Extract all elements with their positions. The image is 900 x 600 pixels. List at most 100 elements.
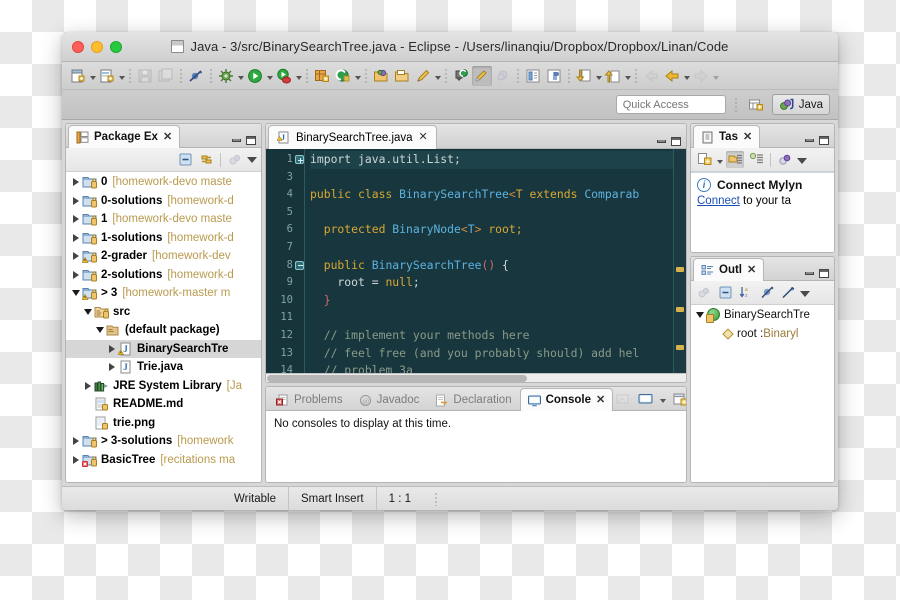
new-wizard-dropdown-arrow[interactable] bbox=[90, 75, 96, 80]
debug-dropdown-arrow[interactable] bbox=[238, 75, 244, 80]
next-annotation-dropdown-arrow[interactable] bbox=[596, 75, 602, 80]
open-console-button[interactable] bbox=[671, 391, 686, 408]
code-line[interactable] bbox=[310, 239, 673, 257]
tree-item[interactable]: 1-solutions [homework-d bbox=[66, 229, 261, 248]
save-all-button[interactable] bbox=[156, 66, 176, 86]
chevron-right-icon[interactable] bbox=[70, 270, 82, 279]
open-perspective-button[interactable] bbox=[746, 95, 766, 115]
focus-task-button[interactable] bbox=[226, 151, 244, 168]
maximize-icon[interactable] bbox=[246, 136, 256, 145]
back-dropdown-arrow[interactable] bbox=[684, 75, 690, 80]
tab-outline[interactable]: Outl ✕ bbox=[693, 258, 765, 281]
chevron-right-icon[interactable] bbox=[82, 381, 94, 390]
code-line[interactable] bbox=[310, 169, 673, 187]
chevron-right-icon[interactable] bbox=[70, 233, 82, 242]
tree-item[interactable]: 0 [homework-devo maste bbox=[66, 173, 261, 192]
tree-item[interactable]: 0-solutions [homework-d bbox=[66, 192, 261, 211]
run-button[interactable] bbox=[245, 66, 265, 86]
chevron-down-icon[interactable] bbox=[694, 311, 706, 318]
tree-item[interactable]: src bbox=[66, 303, 261, 322]
code-line[interactable] bbox=[310, 309, 673, 327]
minimize-icon[interactable] bbox=[805, 139, 814, 142]
forward-dropdown-arrow[interactable] bbox=[713, 75, 719, 80]
tree-item[interactable]: 2-solutions [homework-d bbox=[66, 266, 261, 285]
clear-console-button[interactable] bbox=[613, 391, 631, 408]
code-line[interactable]: // problem 3a bbox=[310, 362, 673, 373]
new-task-button[interactable] bbox=[695, 151, 713, 168]
new-java-class-button[interactable] bbox=[97, 66, 117, 86]
chevron-right-icon[interactable] bbox=[70, 455, 82, 464]
zoom-button[interactable] bbox=[110, 40, 122, 53]
maximize-icon[interactable] bbox=[819, 269, 829, 278]
tab-problems[interactable]: Problems bbox=[268, 388, 351, 411]
hide-static-button[interactable]: S bbox=[779, 284, 797, 301]
back-button[interactable] bbox=[662, 66, 682, 86]
activate-task-dropdown-arrow[interactable] bbox=[435, 75, 441, 80]
scheduled-presentation-button[interactable] bbox=[747, 151, 765, 168]
code-line[interactable]: } bbox=[310, 292, 673, 310]
coverage-button[interactable] bbox=[274, 66, 294, 86]
outline-item[interactable]: root : Binaryl bbox=[691, 324, 834, 343]
maximize-icon[interactable] bbox=[819, 136, 829, 145]
collapse-all-button[interactable] bbox=[176, 151, 194, 168]
close-icon[interactable]: ✕ bbox=[419, 132, 428, 143]
chevron-down-icon[interactable] bbox=[70, 290, 82, 297]
perspective-java-button[interactable]: Java bbox=[771, 94, 830, 115]
link-editor-button[interactable] bbox=[197, 151, 215, 168]
code-line[interactable]: import java.util.List; bbox=[310, 151, 673, 169]
categorized-presentation-button[interactable] bbox=[726, 151, 744, 168]
chevron-down-icon[interactable] bbox=[94, 327, 106, 334]
tree-item[interactable]: trie.png bbox=[66, 414, 261, 433]
chevron-right-icon[interactable] bbox=[106, 344, 118, 353]
new-task-dropdown-arrow[interactable] bbox=[717, 159, 723, 164]
close-icon[interactable]: ✕ bbox=[163, 131, 172, 143]
package-explorer-content[interactable]: 0 [homework-devo maste 0-solutions [homewor… bbox=[66, 172, 261, 482]
tab-javadoc[interactable]: @ Javadoc bbox=[351, 388, 428, 411]
close-icon[interactable]: ✕ bbox=[596, 394, 605, 406]
code-editor[interactable]: 13456789101112131415 import java.util.Li… bbox=[266, 149, 686, 373]
toggle-block-selection-button[interactable] bbox=[523, 66, 543, 86]
source-code[interactable]: import java.util.List; public class Bina… bbox=[305, 149, 673, 373]
chevron-right-icon[interactable] bbox=[70, 437, 82, 446]
tree-item[interactable]: > 3-solutions [homework bbox=[66, 432, 261, 451]
console-content[interactable]: No consoles to display at this time. bbox=[266, 411, 686, 482]
open-type-button[interactable] bbox=[333, 66, 353, 86]
tree-item[interactable]: J Trie.java bbox=[66, 358, 261, 377]
overview-ruler[interactable] bbox=[673, 149, 686, 373]
activate-task-button[interactable] bbox=[413, 66, 433, 86]
chevron-down-icon[interactable] bbox=[82, 308, 94, 315]
next-annotation-button[interactable] bbox=[574, 66, 594, 86]
outline-tree[interactable]: BinarySearchTre root : Binaryl bbox=[691, 305, 834, 343]
fold-collapse-icon[interactable] bbox=[295, 260, 304, 270]
chevron-right-icon[interactable] bbox=[70, 252, 82, 261]
fold-expand-icon[interactable] bbox=[295, 155, 304, 164]
tab-binarysearchtree-java[interactable]: J BinarySearchTree.java ✕ bbox=[268, 125, 437, 149]
debug-button[interactable] bbox=[216, 66, 236, 86]
code-line[interactable]: // feel free (and you probably should) a… bbox=[310, 345, 673, 363]
view-menu-button[interactable] bbox=[797, 157, 807, 164]
collapse-all-button[interactable] bbox=[716, 284, 734, 301]
code-line[interactable]: root = null; bbox=[310, 274, 673, 292]
previous-annotation-button[interactable] bbox=[603, 66, 623, 86]
save-button[interactable] bbox=[135, 66, 155, 86]
chevron-right-icon[interactable] bbox=[70, 178, 82, 187]
hide-fields-button[interactable] bbox=[758, 284, 776, 301]
view-menu-button[interactable] bbox=[800, 290, 810, 297]
chevron-right-icon[interactable] bbox=[106, 363, 118, 372]
chevron-right-icon[interactable] bbox=[70, 196, 82, 205]
mylyn-connect-link[interactable]: Connect bbox=[697, 195, 740, 207]
tab-declaration[interactable]: Declaration bbox=[427, 388, 519, 411]
previous-annotation-dropdown-arrow[interactable] bbox=[625, 75, 631, 80]
deactivate-task-button[interactable] bbox=[472, 65, 492, 86]
tree-item[interactable]: 1 [homework-devo maste bbox=[66, 210, 261, 229]
view-menu-button[interactable] bbox=[247, 156, 257, 163]
code-line[interactable]: protected BinaryNode<T> root; bbox=[310, 221, 673, 239]
display-selected-console-button[interactable] bbox=[636, 391, 654, 408]
close-icon[interactable]: ✕ bbox=[747, 264, 756, 276]
code-line[interactable]: public BinarySearchTree() { bbox=[310, 257, 673, 275]
tree-item[interactable]: JRE System Library [Ja bbox=[66, 377, 261, 396]
editor-horizontal-scrollbar[interactable] bbox=[266, 373, 686, 382]
open-task-button[interactable] bbox=[371, 66, 391, 86]
tree-item[interactable]: J BinarySearchTre bbox=[66, 339, 261, 358]
search-button[interactable] bbox=[493, 66, 513, 86]
